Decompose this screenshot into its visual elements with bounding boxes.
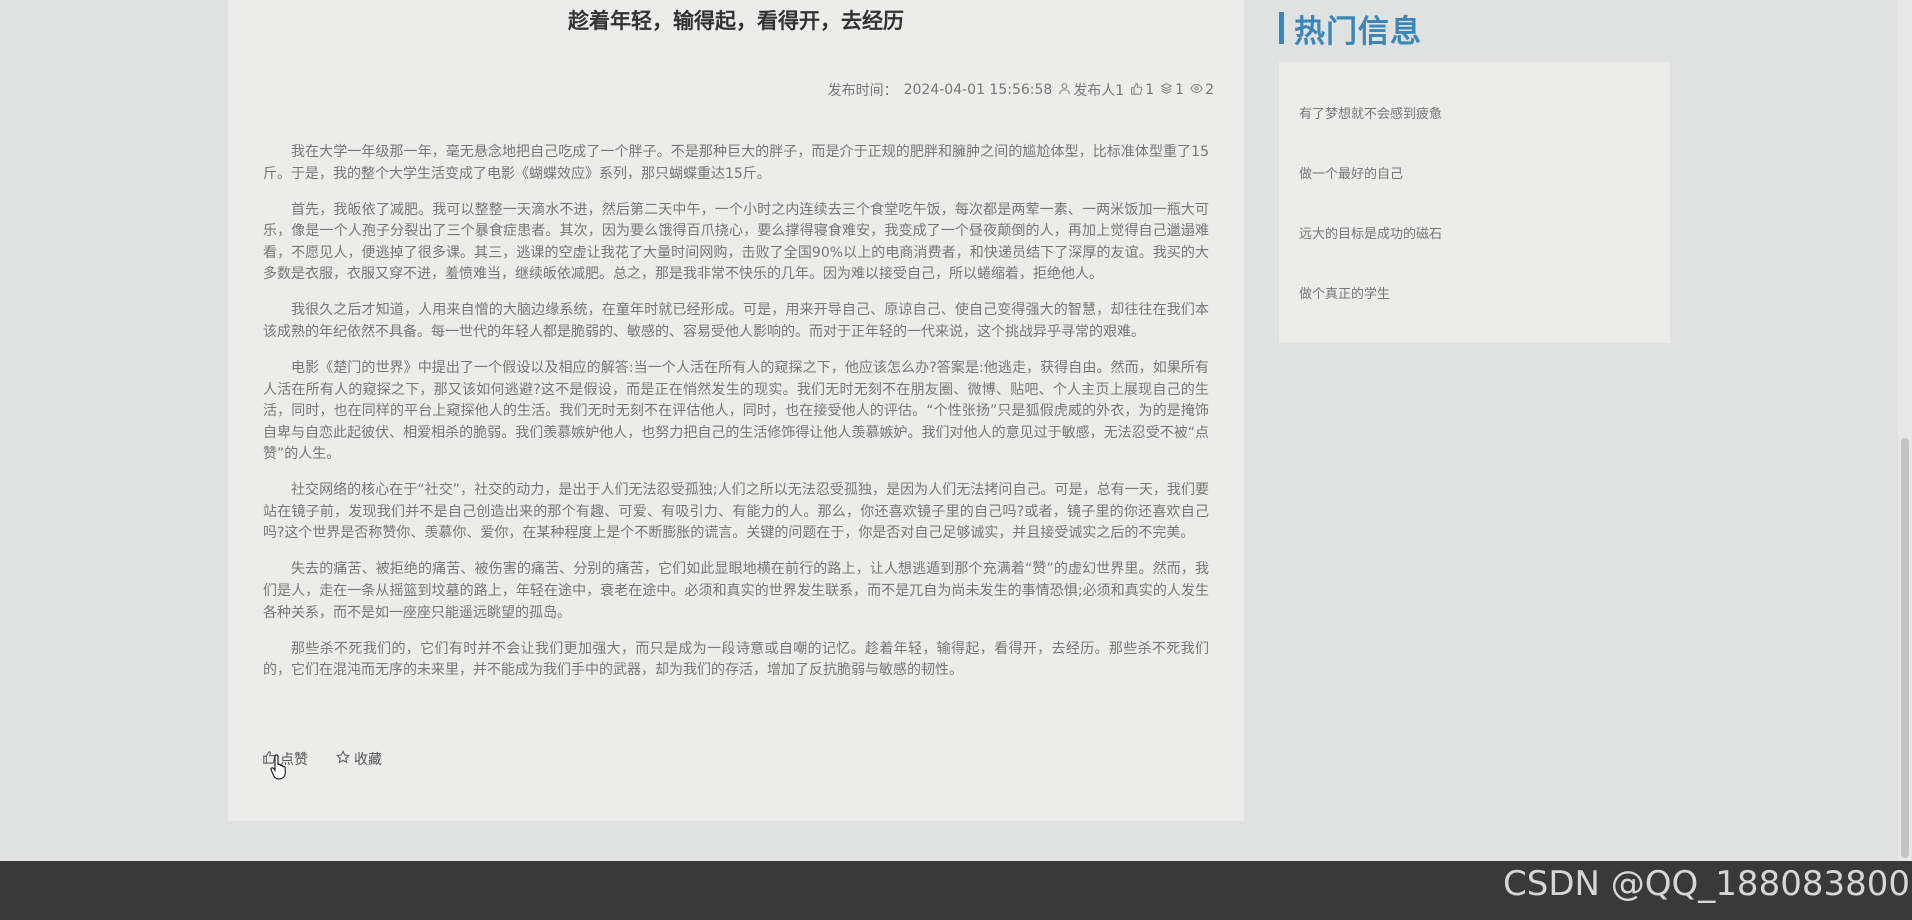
hot-info-heading: 热门信息 (1279, 8, 1422, 50)
article-paragraph: 电影《楚门的世界》中提出了一个假设以及相应的解答:当一个人活在所有人的窥探之下，… (263, 359, 1209, 463)
csdn-watermark: CSDN @QQ_188083800 (1503, 864, 1910, 904)
publish-time-label: 发布时间： (827, 83, 898, 99)
views-count: 2 (1205, 82, 1214, 98)
hot-info-item[interactable]: 有了梦想就不会感到疲惫 (1299, 103, 1442, 122)
hand-cursor-icon (270, 754, 286, 780)
favorite-label: 收藏 (354, 752, 382, 768)
article-paragraph: 我很久之后才知道，人用来自憎的大脑边缘系统，在童年时就已经形成。可是，用来开导自… (263, 302, 1209, 340)
likes-info: 1 (1130, 82, 1154, 99)
article-paragraph: 社交网络的核心在于“社交”，社交的动力，是出于人们无法忍受孤独;人们之所以无法忍… (263, 482, 1209, 542)
star-icon (335, 749, 351, 768)
vertical-scrollbar[interactable] (1898, 0, 1912, 861)
comments-count: 1 (1175, 82, 1185, 98)
article-paragraph: 首先，我皈依了减肥。我可以整整一天滴水不进，然后第二天中午，一个小时之内连续去三… (263, 201, 1209, 283)
publisher-info: 发布人1 (1058, 80, 1124, 100)
article-meta: 发布时间： 2024-04-01 15:56:58 发布人1 1 1 2 (828, 80, 1214, 100)
user-icon (1058, 82, 1071, 99)
hot-info-item[interactable]: 做个真正的学生 (1299, 283, 1390, 302)
hot-info-list: 有了梦想就不会感到疲惫 做一个最好的自己 远大的目标是成功的磁石 做个真正的学生 (1279, 62, 1670, 343)
article-paragraph: 我在大学一年级那一年，毫无悬念地把自己吃成了一个胖子。不是那种巨大的胖子，而是介… (263, 144, 1209, 182)
publisher-name: 发布人1 (1073, 83, 1125, 99)
views-info: 2 (1190, 82, 1214, 99)
article-body: 我在大学一年级那一年，毫无悬念地把自己吃成了一个胖子。不是那种巨大的胖子，而是介… (263, 142, 1209, 696)
hot-info-title: 热门信息 (1294, 13, 1422, 50)
article-card: 趁着年轻，输得起，看得开，去经历 发布时间： 2024-04-01 15:56:… (228, 0, 1244, 821)
article-paragraph: 那些杀不死我们的，它们有时并不会让我们更加强大，而只是成为一段诗意或自嘲的记忆。… (263, 640, 1209, 679)
scrollbar-thumb[interactable] (1901, 438, 1909, 858)
likes-count: 1 (1145, 82, 1155, 98)
comments-info: 1 (1160, 82, 1184, 99)
publish-time: 2024-04-01 15:56:58 (903, 82, 1053, 98)
heading-accent-bar (1279, 12, 1284, 44)
layers-icon (1160, 82, 1173, 99)
eye-icon (1190, 82, 1203, 99)
hot-info-item[interactable]: 远大的目标是成功的磁石 (1299, 223, 1442, 242)
hot-info-item[interactable]: 做一个最好的自己 (1299, 163, 1403, 182)
favorite-button[interactable]: 收藏 (335, 749, 382, 769)
page: 趁着年轻，输得起，看得开，去经历 发布时间： 2024-04-01 15:56:… (0, 0, 1912, 920)
article-paragraph: 失去的痛苦、被拒绝的痛苦、被伤害的痛苦、分别的痛苦，它们如此显眼地横在前行的路上… (263, 561, 1209, 621)
article-title: 趁着年轻，输得起，看得开，去经历 (568, 9, 904, 33)
thumbs-up-icon (1130, 82, 1143, 99)
